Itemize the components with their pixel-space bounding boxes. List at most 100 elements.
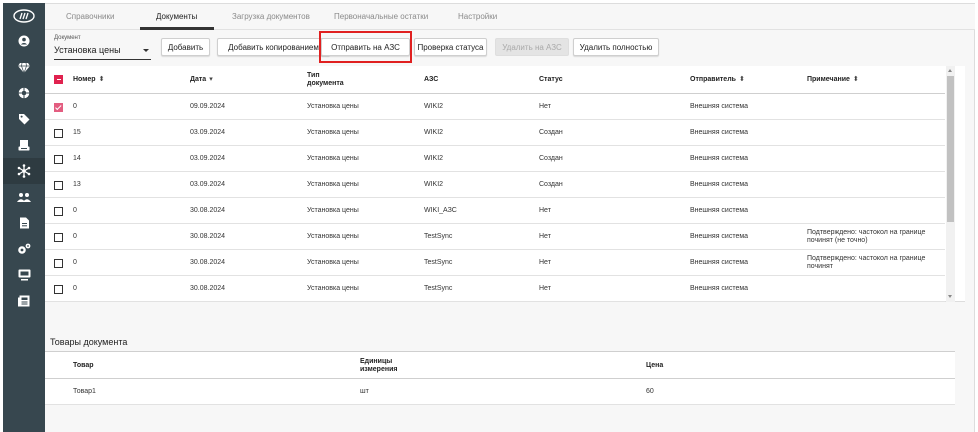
header-note[interactable]: Примечание ⬍ <box>807 76 859 84</box>
tab-settings[interactable]: Настройки <box>458 12 497 21</box>
cell-doc-type: Установка цены <box>307 129 359 136</box>
sidebar-item-gears[interactable] <box>3 236 45 262</box>
table-row[interactable]: 0 09.09.2024 Установка цены WIKI2 Нет Внешняя… <box>45 94 945 120</box>
cell-date: 03.09.2024 <box>190 155 226 162</box>
header-date[interactable]: Дата ▾ <box>190 76 213 84</box>
cell-number: 0 <box>73 285 77 292</box>
logo-icon <box>13 9 35 23</box>
gem-icon <box>18 62 30 73</box>
cell-note: Подтверждено: частокол на границе починя… <box>807 229 926 244</box>
tab-documents[interactable]: Документы <box>156 12 197 21</box>
cell-sender: Внешняя система <box>690 129 749 136</box>
scrollbar-thumb[interactable] <box>947 76 954 222</box>
main-content: Справочники Документы Загрузка документо… <box>45 3 975 432</box>
monitor-icon <box>18 269 31 281</box>
cell-doc-type: Установка цены <box>307 233 359 240</box>
people-icon <box>17 192 31 203</box>
table-row[interactable]: 14 03.09.2024 Установка цены WIKI2 Создан Вне… <box>45 146 945 172</box>
table-row[interactable]: Товар1 шт 60 <box>45 379 955 405</box>
document-select-value: Установка цены <box>54 45 121 55</box>
sidebar-item-monitor[interactable] <box>3 262 45 288</box>
select-all-checkbox[interactable] <box>54 75 63 84</box>
table-scrollbar[interactable] <box>946 66 955 302</box>
header-status: Статус <box>539 76 563 83</box>
row-checkbox[interactable] <box>54 129 63 138</box>
cell-status: Нет <box>539 103 551 110</box>
scroll-down-icon[interactable] <box>948 295 952 298</box>
cell-date: 03.09.2024 <box>190 129 226 136</box>
cell-number: 15 <box>73 129 81 136</box>
table-row[interactable]: 0 30.08.2024 Установка цены TestSync Нет Внеш… <box>45 276 945 302</box>
goods-table-header: Товар Единицы измерения Цена <box>45 352 955 379</box>
row-checkbox[interactable] <box>54 233 63 242</box>
globe-icon <box>18 87 30 99</box>
cell-azs: TestSync <box>424 259 453 266</box>
header-sender[interactable]: Отправитель ⬍ <box>690 76 745 84</box>
sidebar-item-globe[interactable] <box>3 80 45 106</box>
row-checkbox[interactable] <box>54 103 63 112</box>
sidebar-item-news[interactable] <box>3 288 45 314</box>
cell-status: Нет <box>539 233 551 240</box>
cell-status: Создан <box>539 129 563 136</box>
cell-date: 30.08.2024 <box>190 207 226 214</box>
row-checkbox[interactable] <box>54 207 63 216</box>
table-row[interactable]: 0 30.08.2024 Установка цены WIKI_АЗС Нет Внеш… <box>45 198 945 224</box>
cell-doc-type: Установка цены <box>307 259 359 266</box>
cell-azs: WIKI2 <box>424 181 444 188</box>
add-button[interactable]: Добавить <box>161 38 210 56</box>
tab-initial-balances[interactable]: Первоначальные остатки <box>334 12 428 21</box>
cell-azs: WIKI_АЗС <box>424 207 457 214</box>
cell-doc-type: Установка цены <box>307 181 359 188</box>
cell-number: 13 <box>73 181 81 188</box>
tab-bar: Справочники Документы Загрузка документо… <box>45 4 975 30</box>
cell-status: Нет <box>539 285 551 292</box>
document-type-select[interactable]: Документ Установка цены <box>54 34 151 60</box>
tab-document-upload[interactable]: Загрузка документов <box>232 12 310 21</box>
sort-icon: ⬍ <box>98 76 105 83</box>
cell-status: Нет <box>539 259 551 266</box>
goods-section-title: Товары документа <box>50 337 128 347</box>
table-row[interactable]: 15 03.09.2024 Установка цены WIKI2 Создан Вне… <box>45 120 945 146</box>
row-checkbox[interactable] <box>54 259 63 268</box>
sort-icon: ⬍ <box>738 76 745 83</box>
sidebar-item-network[interactable] <box>3 158 45 184</box>
printer-icon <box>18 139 30 151</box>
table-row[interactable]: 0 30.08.2024 Установка цены TestSync Нет Внеш… <box>45 250 945 276</box>
delete-on-azs-button[interactable]: Удалить на АЗС <box>495 38 569 56</box>
sidebar-item-document[interactable] <box>3 210 45 236</box>
table-row[interactable]: 0 30.08.2024 Установка цены TestSync Нет Внеш… <box>45 224 945 250</box>
cell-number: 14 <box>73 155 81 162</box>
cell-doc-type: Установка цены <box>307 155 359 162</box>
cell-sender: Внешняя система <box>690 259 749 266</box>
sidebar-logo[interactable] <box>3 4 45 28</box>
cell-date: 30.08.2024 <box>190 233 226 240</box>
sort-icon: ⬍ <box>852 76 859 83</box>
table-row[interactable]: 13 03.09.2024 Установка цены WIKI2 Создан Вне… <box>45 172 945 198</box>
sidebar-item-printer[interactable] <box>3 132 45 158</box>
header-number[interactable]: Номер ⬍ <box>73 76 104 84</box>
sidebar-item-people[interactable] <box>3 184 45 210</box>
cell-date: 30.08.2024 <box>190 285 226 292</box>
delete-fully-button[interactable]: Удалить полностью <box>573 38 659 56</box>
check-status-button[interactable]: Проверка статуса <box>414 38 487 56</box>
sidebar-item-tag[interactable] <box>3 106 45 132</box>
sidebar-item-gem[interactable] <box>3 54 45 80</box>
row-checkbox[interactable] <box>54 285 63 294</box>
user-icon <box>18 35 30 47</box>
cell-azs: TestSync <box>424 285 453 292</box>
sidebar-item-user[interactable] <box>3 28 45 54</box>
row-checkbox[interactable] <box>54 155 63 164</box>
scroll-up-icon[interactable] <box>948 69 952 72</box>
header-product: Товар <box>73 362 94 369</box>
add-by-copy-button[interactable]: Добавить копированием <box>217 38 330 56</box>
documents-table: Номер ⬍ Дата ▾ Тип документа АЗС Статус Отп… <box>45 66 965 302</box>
cell-number: 0 <box>73 259 77 266</box>
cell-sender: Внешняя система <box>690 103 749 110</box>
cell-note: Подтверждено: частокол на границе починя… <box>807 255 926 270</box>
document-select-label: Документ <box>54 35 81 41</box>
header-doc-type: Тип документа <box>307 72 344 87</box>
tab-directories[interactable]: Справочники <box>66 12 114 21</box>
cell-azs: TestSync <box>424 233 453 240</box>
network-icon <box>17 164 31 178</box>
row-checkbox[interactable] <box>54 181 63 190</box>
